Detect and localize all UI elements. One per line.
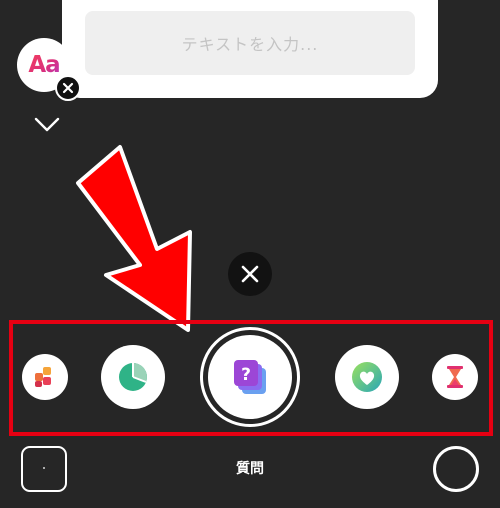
question-sticker[interactable]: ?: [208, 335, 292, 419]
close-button[interactable]: [228, 252, 272, 296]
photo-sticker-icon: [35, 367, 51, 387]
close-icon: [241, 265, 259, 283]
pie-chart-icon: [119, 363, 147, 391]
chevron-down-icon[interactable]: [34, 117, 60, 133]
remove-icon[interactable]: [55, 75, 81, 101]
countdown-sticker[interactable]: [432, 354, 478, 400]
question-text-input[interactable]: テキストを入力...: [85, 11, 415, 75]
heart-icon: [352, 362, 382, 392]
photo-sticker[interactable]: [22, 354, 68, 400]
emoji-slider-sticker[interactable]: [335, 345, 399, 409]
font-style-label: Aa: [28, 52, 60, 78]
question-placeholder: テキストを入力...: [181, 35, 319, 54]
hourglass-icon: [447, 366, 463, 388]
svg-text:?: ?: [241, 365, 251, 385]
question-sticker-card: テキストを入力...: [62, 0, 438, 98]
gallery-thumbnail: [43, 467, 45, 469]
gallery-button[interactable]: [21, 446, 67, 492]
poll-sticker[interactable]: [101, 345, 165, 409]
capture-button[interactable]: [433, 446, 479, 492]
question-icon: ?: [234, 360, 266, 394]
mode-label: 質問: [236, 461, 264, 477]
